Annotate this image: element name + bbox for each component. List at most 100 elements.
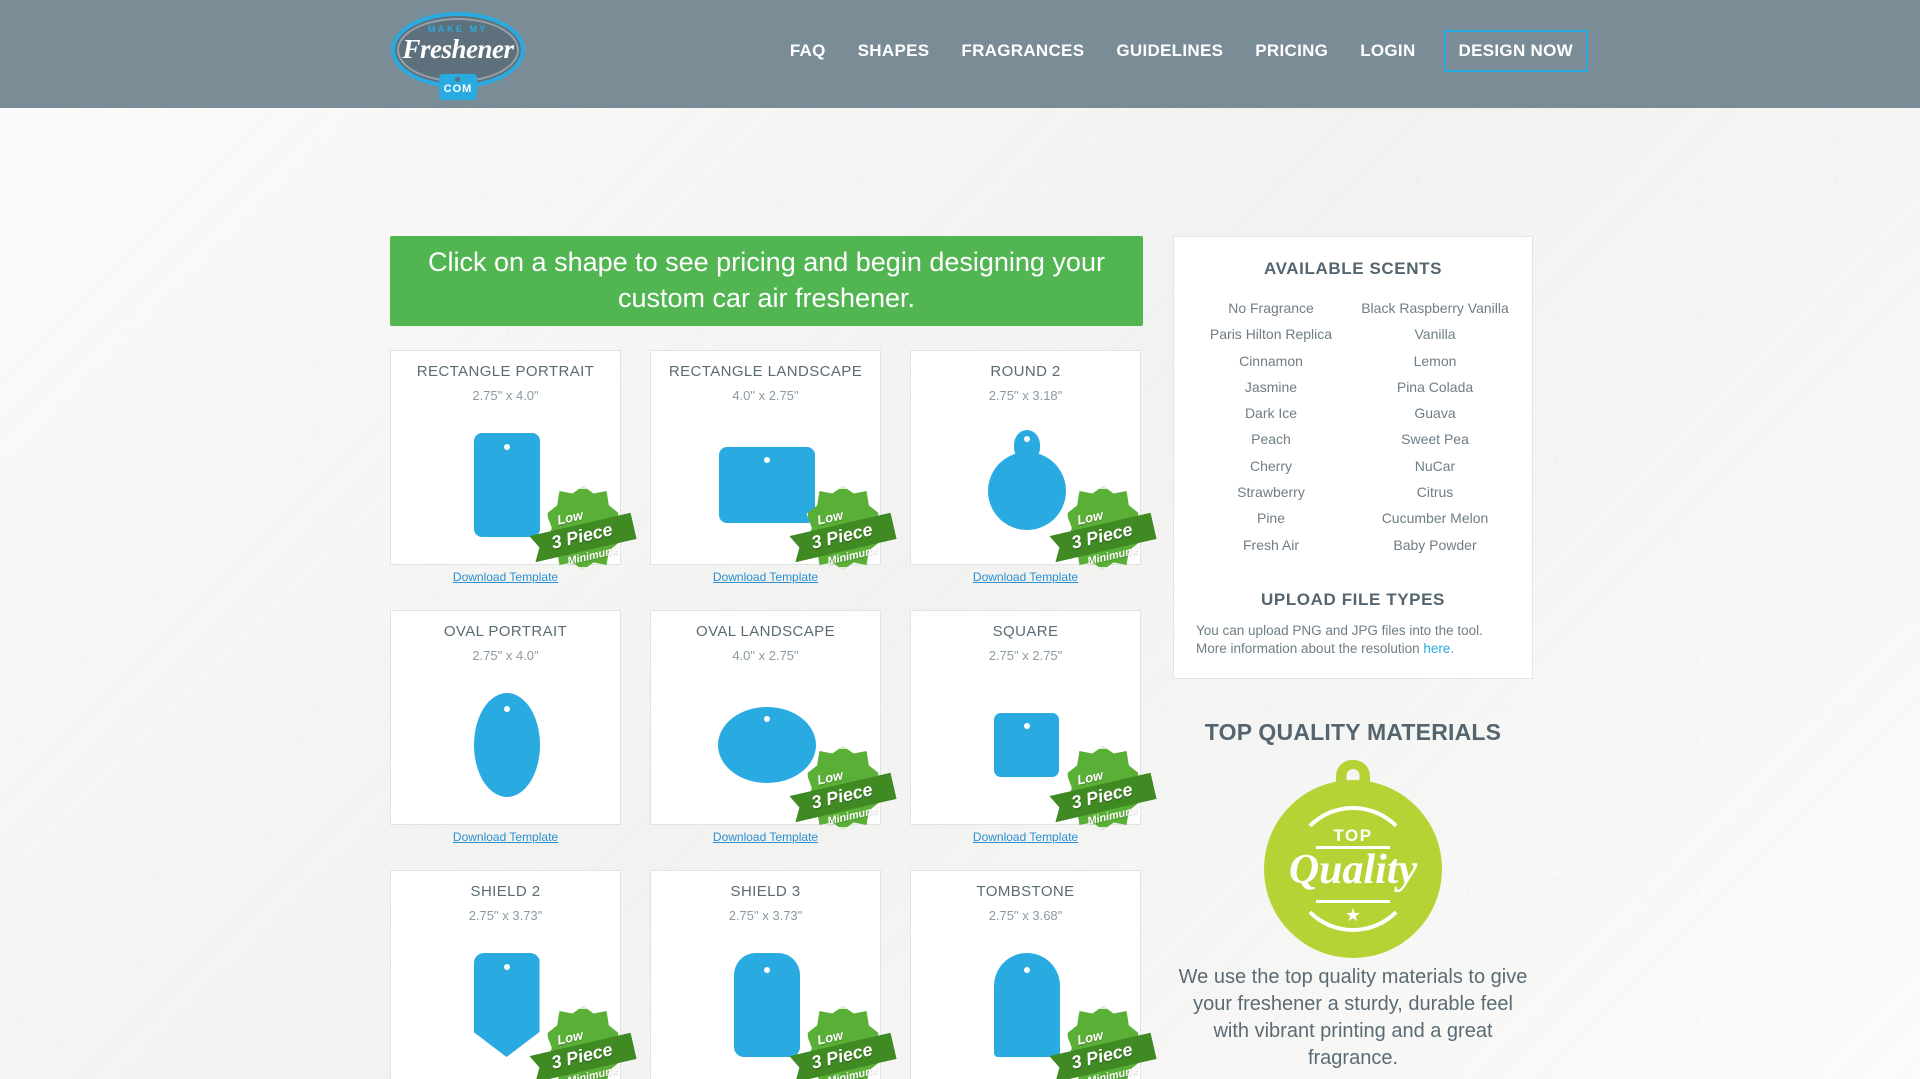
main-navigation: FAQ SHAPES FRAGRANCES GUIDELINES PRICING… xyxy=(790,30,1588,72)
shape-preview xyxy=(911,929,1140,1079)
shape-card[interactable]: TOMBSTONE 2.75" x 3.68" xyxy=(910,870,1141,1079)
shape-dimensions: 4.0" x 2.75" xyxy=(732,648,799,663)
scent-item: Baby Powder xyxy=(1393,536,1477,553)
instruction-banner-text: Click on a shape to see pricing and begi… xyxy=(428,247,1105,313)
upload-text-after: . xyxy=(1450,641,1455,657)
scents-panel: AVAILABLE SCENTS No Fragrance Black Rasp… xyxy=(1173,236,1533,680)
scent-item: Cucumber Melon xyxy=(1381,510,1489,527)
shape-title: OVAL LANDSCAPE xyxy=(696,623,835,640)
shapes-column: Click on a shape to see pricing and begi… xyxy=(390,236,1143,1079)
shape-dimensions: 2.75" x 2.75" xyxy=(988,648,1063,663)
logo-wordmark: Freshener xyxy=(402,34,514,64)
shape-card[interactable]: OVAL LANDSCAPE 4.0" x 2.75" xyxy=(650,610,881,825)
nav-item-guidelines[interactable]: GUIDELINES xyxy=(1116,41,1223,61)
scent-item: Lemon xyxy=(1413,352,1457,369)
shape-cell: SQUARE 2.75" x 2.75" Download Template L… xyxy=(910,610,1141,844)
scent-item: Strawberry xyxy=(1237,484,1305,501)
shape-grid: RECTANGLE PORTRAIT 2.75" x 4.0" Download… xyxy=(390,350,1143,1079)
upload-file-types-heading: UPLOAD FILE TYPES xyxy=(1261,589,1445,609)
star-icon: ★ xyxy=(1344,905,1362,926)
logo-tagline: MAKE MY xyxy=(428,24,488,34)
download-template-link[interactable]: Download Template xyxy=(390,830,621,844)
scent-item: Pina Colada xyxy=(1396,378,1474,395)
upload-file-types-text: You can upload PNG and JPG files into th… xyxy=(1194,622,1512,658)
download-template-link[interactable]: Download Template xyxy=(650,830,881,844)
shape-cell: OVAL PORTRAIT 2.75" x 4.0" Download Temp… xyxy=(390,610,621,844)
available-scents-heading: AVAILABLE SCENTS xyxy=(1263,259,1443,278)
scent-item: Fresh Air xyxy=(1242,536,1299,553)
nav-item-faq[interactable]: FAQ xyxy=(790,41,826,61)
scent-item: Black Raspberry Vanilla xyxy=(1361,300,1509,316)
download-template-link[interactable]: Download Template xyxy=(910,830,1141,844)
shape-silhouette xyxy=(473,693,540,797)
scent-item: Citrus xyxy=(1416,484,1454,501)
shape-preview xyxy=(911,409,1140,561)
nav-item-login[interactable]: LOGIN xyxy=(1360,41,1415,61)
shape-dimensions: 2.75" x 4.0" xyxy=(472,388,539,403)
shape-title: SHIELD 2 xyxy=(470,883,541,900)
download-template-link[interactable]: Download Template xyxy=(390,570,621,584)
shape-cell: SHIELD 3 2.75" x 3.73" Download Template… xyxy=(650,870,881,1079)
shape-card[interactable]: SHIELD 3 2.75" x 3.73" xyxy=(650,870,881,1079)
site-logo[interactable]: MAKE MY Freshener COM xyxy=(391,8,525,100)
nav-item-pricing[interactable]: PRICING xyxy=(1255,41,1328,61)
shape-title: RECTANGLE PORTRAIT xyxy=(416,363,595,380)
shape-dimensions: 2.75" x 3.73" xyxy=(468,908,543,923)
nav-item-design-now[interactable]: DESIGN NOW xyxy=(1443,30,1588,72)
quality-badge-top-text: TOP xyxy=(1333,826,1373,846)
shape-title: OVAL PORTRAIT xyxy=(443,623,568,640)
top-quality-heading: TOP QUALITY MATERIALS xyxy=(1204,719,1502,746)
shape-silhouette xyxy=(993,953,1060,1057)
shape-cell: RECTANGLE PORTRAIT 2.75" x 4.0" Download… xyxy=(390,350,621,584)
shape-cell: OVAL LANDSCAPE 4.0" x 2.75" Download Tem… xyxy=(650,610,881,844)
scent-item: Dark Ice xyxy=(1244,405,1298,422)
shape-card[interactable]: RECTANGLE LANDSCAPE 4.0" x 2.75" xyxy=(650,350,881,565)
shape-cell: SHIELD 2 2.75" x 3.73" Download Template… xyxy=(390,870,621,1079)
shape-silhouette xyxy=(473,953,540,1057)
shape-card[interactable]: OVAL PORTRAIT 2.75" x 4.0" xyxy=(390,610,621,825)
quality-badge-main-text: Quality xyxy=(1288,847,1418,894)
shape-silhouette xyxy=(987,452,1066,530)
quality-badge-rule-bottom xyxy=(1316,900,1390,904)
scent-item: Paris Hilton Replica xyxy=(1209,326,1333,343)
shape-dimensions: 2.75" x 3.68" xyxy=(988,908,1063,923)
site-header: MAKE MY Freshener COM FAQ SHAPES FRAGRAN… xyxy=(0,0,1920,108)
nav-item-fragrances[interactable]: FRAGRANCES xyxy=(961,41,1084,61)
instruction-banner: Click on a shape to see pricing and begi… xyxy=(390,236,1143,326)
scent-item: Sweet Pea xyxy=(1401,431,1469,448)
download-template-link[interactable]: Download Template xyxy=(650,570,881,584)
logo-com-tag: COM xyxy=(439,74,477,100)
shape-card[interactable]: ROUND 2 2.75" x 3.18" xyxy=(910,350,1141,565)
shape-card[interactable]: SHIELD 2 2.75" x 3.73" xyxy=(390,870,621,1079)
shape-title: ROUND 2 xyxy=(990,363,1061,380)
shape-preview xyxy=(391,929,620,1079)
shape-title: TOMBSTONE xyxy=(976,883,1075,900)
shape-preview xyxy=(911,669,1140,821)
scent-item: No Fragrance xyxy=(1228,300,1314,316)
top-quality-badge: TOP Quality ★ xyxy=(1173,758,1533,959)
nav-item-shapes[interactable]: SHAPES xyxy=(858,41,930,61)
shape-dimensions: 2.75" x 3.73" xyxy=(728,908,803,923)
scent-item: NuCar xyxy=(1414,457,1456,474)
shape-cell: RECTANGLE LANDSCAPE 4.0" x 2.75" Downloa… xyxy=(650,350,881,584)
shape-dimensions: 2.75" x 3.18" xyxy=(988,388,1063,403)
shape-silhouette xyxy=(473,433,540,537)
shape-cell: TOMBSTONE 2.75" x 3.68" Download Templat… xyxy=(910,870,1141,1079)
shape-card[interactable]: RECTANGLE PORTRAIT 2.75" x 4.0" xyxy=(390,350,621,565)
download-template-link[interactable]: Download Template xyxy=(910,570,1141,584)
shape-dimensions: 4.0" x 2.75" xyxy=(732,388,799,403)
scent-item: Cherry xyxy=(1249,457,1292,474)
shape-card[interactable]: SQUARE 2.75" x 2.75" xyxy=(910,610,1141,825)
shape-title: SHIELD 3 xyxy=(730,883,801,900)
shape-silhouette xyxy=(718,447,815,523)
scent-item: Pine xyxy=(1256,510,1286,527)
shape-preview xyxy=(391,669,620,821)
shape-cell: ROUND 2 2.75" x 3.18" Download Template … xyxy=(910,350,1141,584)
shape-dimensions: 2.75" x 4.0" xyxy=(472,648,539,663)
content-columns: Click on a shape to see pricing and begi… xyxy=(390,236,1533,1079)
shape-preview xyxy=(391,409,620,561)
scent-item: Jasmine xyxy=(1244,378,1298,395)
upload-resolution-link[interactable]: here xyxy=(1423,641,1450,656)
scent-item: Vanilla xyxy=(1414,326,1456,343)
scent-item: Peach xyxy=(1251,431,1291,448)
